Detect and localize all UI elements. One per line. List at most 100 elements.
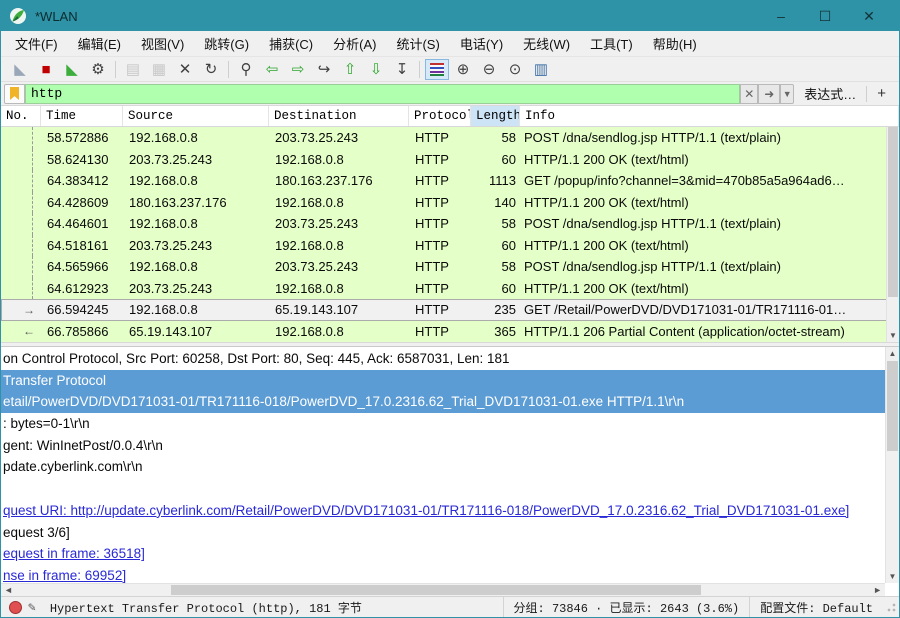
menu-item-e[interactable]: 编辑(E) — [68, 30, 131, 57]
related-packet-dash-icon — [32, 127, 33, 149]
detail-tree-line[interactable]: on Control Protocol, Src Port: 60258, Ds… — [1, 348, 885, 370]
packet-list-scrollbar[interactable]: ▼ — [886, 127, 899, 342]
capture-comment-icon[interactable]: ✎ — [28, 600, 36, 615]
menu-item-w[interactable]: 无线(W) — [513, 30, 580, 57]
menu-item-f[interactable]: 文件(F) — [5, 30, 68, 57]
related-packet-dash-icon — [32, 234, 33, 256]
go-back-icon[interactable]: ⇦ — [260, 59, 284, 80]
packet-row[interactable]: 64.518161 203.73.25.243 192.168.0.8 HTTP 60 H… — [1, 234, 899, 256]
menu-item-c[interactable]: 捕获(C) — [259, 30, 323, 57]
detail-tree-line[interactable]: etail/PowerDVD/DVD171031-01/TR171116-018… — [1, 391, 885, 414]
menu-item-t[interactable]: 工具(T) — [580, 30, 643, 57]
close-file-icon[interactable]: ✕ — [173, 59, 197, 80]
packet-row[interactable]: ← 66.785866 65.19.143.107 192.168.0.8 HTTP 36… — [1, 320, 899, 342]
packet-row[interactable]: 58.572886 192.168.0.8 203.73.25.243 HTTP 58 P… — [1, 127, 899, 149]
menu-item-h[interactable]: 帮助(H) — [643, 30, 707, 57]
auto-scroll-icon[interactable]: ↧ — [390, 59, 414, 80]
detail-horizontal-scrollbar[interactable]: ◄ ► — [1, 583, 885, 596]
scroll-left-arrow-icon[interactable]: ◄ — [1, 584, 16, 596]
scroll-right-arrow-icon[interactable]: ► — [870, 584, 885, 596]
go-first-packet-icon[interactable]: ⇧ — [338, 59, 362, 80]
maximize-button[interactable]: ☐ — [803, 2, 847, 30]
menu-item-g[interactable]: 跳转(G) — [194, 30, 259, 57]
filter-history-dropdown[interactable]: ▼ — [780, 83, 795, 104]
close-file-icon-glyph: ✕ — [178, 60, 192, 78]
zoom-in-icon[interactable]: ⊕ — [451, 59, 475, 80]
packet-list-header: No. Time Source Destination Protocol Length In… — [1, 106, 899, 127]
resize-grip[interactable] — [885, 601, 897, 613]
zoom-reset-icon[interactable]: ⊙ — [503, 59, 527, 80]
open-file-icon[interactable]: ▤ — [121, 59, 145, 80]
go-last-packet-icon[interactable]: ⇩ — [364, 59, 388, 80]
packet-row[interactable]: 64.383412 192.168.0.8 180.163.237.176 HTTP 1… — [1, 170, 899, 192]
column-header-length[interactable]: Length — [471, 106, 520, 126]
column-header-info[interactable]: Info — [520, 106, 899, 126]
detail-tree-line[interactable]: gent: WinInetPost/0.0.4\r\n — [1, 435, 885, 457]
menu-item-y[interactable]: 电话(Y) — [450, 30, 513, 57]
detail-link-line[interactable]: equest in frame: 36518] — [1, 543, 885, 565]
reload-file-icon[interactable]: ↻ — [199, 59, 223, 80]
cell-length: 60 — [501, 151, 516, 167]
restart-capture-icon[interactable]: ◣ — [60, 59, 84, 80]
detail-tree-line[interactable]: equest 3/6] — [1, 522, 885, 544]
status-profile[interactable]: 配置文件: Default — [749, 597, 883, 617]
scrollbar-thumb[interactable] — [887, 361, 898, 451]
cell-length: 365 — [494, 323, 516, 339]
colorize-icon[interactable] — [425, 58, 449, 80]
detail-vertical-scrollbar[interactable]: ▲ ▼ — [885, 347, 899, 583]
status-selection-text: Hypertext Transfer Protocol (http), 181 … — [49, 601, 362, 616]
packet-row[interactable]: 64.612923 203.73.25.243 192.168.0.8 HTTP 60 H… — [1, 277, 899, 299]
capture-options-icon[interactable]: ⚙ — [86, 59, 110, 80]
save-file-icon[interactable]: ▦ — [147, 59, 171, 80]
packet-row[interactable]: 64.428609 180.163.237.176 192.168.0.8 HTTP 1… — [1, 191, 899, 213]
filter-text: http — [31, 86, 63, 101]
menu-item-v[interactable]: 视图(V) — [131, 30, 194, 57]
detail-link-line[interactable]: quest URI: http://update.cyberlink.com/R… — [1, 500, 885, 522]
expression-button[interactable]: 表达式… — [794, 84, 866, 103]
find-packet-icon[interactable]: ⚲ — [234, 59, 258, 80]
cell-no — [1, 277, 41, 299]
filter-clear-button[interactable]: ✕ — [740, 83, 759, 104]
go-to-packet-icon[interactable]: ↪ — [312, 59, 336, 80]
packet-row[interactable]: → 66.594245 192.168.0.8 65.19.143.107 HTTP 23… — [1, 299, 899, 321]
go-forward-icon[interactable]: ⇨ — [286, 59, 310, 80]
packet-row[interactable]: 64.565966 192.168.0.8 203.73.25.243 HTTP 58 P… — [1, 256, 899, 278]
detail-tree-line[interactable]: : bytes=0-1\r\n — [1, 413, 885, 435]
column-header-destination[interactable]: Destination — [269, 106, 409, 126]
cell-time: 64.383412 — [47, 173, 109, 189]
display-filter-bar: http ✕ ➜ ▼ 表达式… + — [1, 82, 899, 106]
menu-item-s[interactable]: 统计(S) — [386, 30, 449, 57]
cell-length: 58 — [501, 259, 516, 275]
filter-apply-button[interactable]: ➜ — [758, 83, 781, 104]
scroll-down-arrow-icon[interactable]: ▼ — [887, 331, 899, 340]
column-header-no[interactable]: No. — [1, 106, 41, 126]
detail-link-line[interactable]: nse in frame: 69952] — [1, 565, 885, 583]
filter-bookmark-button[interactable] — [4, 83, 25, 104]
column-header-source[interactable]: Source — [123, 106, 269, 126]
scroll-down-arrow-icon[interactable]: ▼ — [886, 572, 899, 581]
detail-tree-line[interactable]: pdate.cyberlink.com\r\n — [1, 456, 885, 478]
filter-add-button[interactable]: + — [867, 85, 896, 102]
menu-item-a[interactable]: 分析(A) — [323, 30, 386, 57]
start-capture-icon[interactable]: ◣ — [8, 59, 32, 80]
cell-info: HTTP/1.1 200 OK (text/html) — [524, 280, 689, 296]
titlebar: *WLAN – ☐ ✕ — [1, 1, 899, 31]
column-header-time[interactable]: Time — [41, 106, 123, 126]
expert-info-icon[interactable] — [9, 600, 22, 614]
cell-protocol: HTTP — [415, 130, 449, 146]
scroll-up-arrow-icon[interactable]: ▲ — [886, 349, 899, 358]
column-header-protocol[interactable]: Protocol — [409, 106, 471, 126]
scrollbar-thumb[interactable] — [888, 127, 898, 297]
scrollbar-thumb[interactable] — [171, 585, 701, 595]
zoom-reset-icon-glyph: ⊙ — [508, 60, 522, 78]
stop-capture-icon[interactable]: ■ — [34, 59, 58, 80]
zoom-out-icon[interactable]: ⊖ — [477, 59, 501, 80]
packet-row[interactable]: 64.464601 192.168.0.8 203.73.25.243 HTTP 58 P… — [1, 213, 899, 235]
resize-columns-icon[interactable]: ▥ — [529, 59, 553, 80]
detail-tree-line[interactable] — [1, 478, 885, 500]
display-filter-input[interactable]: http — [25, 83, 741, 104]
packet-row[interactable]: 58.624130 203.73.25.243 192.168.0.8 HTTP 60 H… — [1, 148, 899, 170]
close-button[interactable]: ✕ — [847, 2, 891, 30]
detail-tree-line[interactable]: Transfer Protocol — [1, 369, 885, 392]
minimize-button[interactable]: – — [759, 2, 803, 30]
